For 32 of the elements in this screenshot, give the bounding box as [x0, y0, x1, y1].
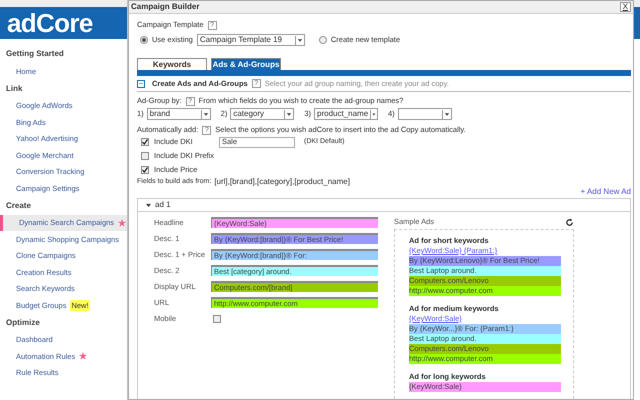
checkbox[interactable]: [141, 138, 149, 146]
checkbox[interactable]: [141, 166, 149, 174]
caret-icon: [284, 110, 294, 118]
refresh-icon[interactable]: [565, 218, 574, 226]
close-button[interactable]: X: [620, 2, 631, 12]
caret-icon: [370, 110, 378, 118]
logo: adCore: [7, 10, 93, 36]
dropdown[interactable]: [398, 108, 452, 120]
caret-icon: [200, 110, 210, 118]
ad-header[interactable]: ad 1: [138, 199, 630, 212]
dialog-title: Campaign Builder: [131, 1, 200, 13]
sidebar-heading: Link: [5, 82, 24, 94]
sidebar-heading: Optimize: [5, 316, 41, 329]
checkbox[interactable]: [213, 315, 221, 323]
radio-button[interactable]: [140, 36, 148, 44]
dropdown[interactable]: category: [230, 108, 294, 120]
dropdown[interactable]: product_name: [314, 108, 378, 120]
add-new-ad-link[interactable]: + Add New Ad: [580, 186, 631, 198]
caret-icon: [442, 110, 451, 118]
dropdown[interactable]: Campaign Template 19: [196, 34, 305, 46]
checkbox[interactable]: [141, 152, 149, 160]
header-strip: [634, 7, 640, 39]
tab[interactable]: Keywords: [137, 58, 207, 70]
sidebar-heading: Create: [5, 200, 32, 212]
tab[interactable]: Ads & Ad-Groups: [211, 58, 281, 70]
sidebar-heading: Getting Started: [5, 48, 65, 60]
caret-icon: [294, 36, 304, 44]
radio-button[interactable]: [318, 36, 327, 44]
caret-icon: [146, 202, 151, 208]
collapse-button[interactable]: −: [137, 80, 145, 88]
dropdown[interactable]: brand: [146, 108, 211, 120]
field-list: [url],[brand],[category],[product_name]: [214, 176, 350, 188]
